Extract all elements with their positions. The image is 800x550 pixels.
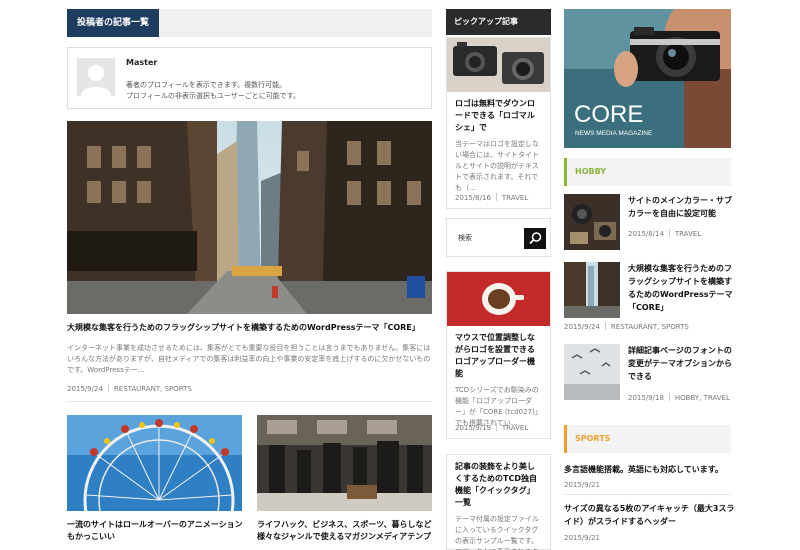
post-category[interactable]: HOBBY, TRAVEL	[675, 394, 730, 402]
pickup-card-logo-marche[interactable]: ロゴは無料でダウンロードできる「ロゴマルシェ」で 当テーマはロゴを設定しない場合…	[446, 37, 551, 209]
subway-crowd-photo	[257, 415, 432, 511]
hobby-thumb-1[interactable]	[564, 194, 620, 250]
search-button[interactable]	[524, 228, 546, 249]
pickup-excerpt: 当テーマはロゴを設定しない場合には、サイトタイトルとサイトの説明がテキストで表示…	[455, 140, 539, 192]
card-title-rollover[interactable]: 一流のサイトはロールオーバーのアニメーションもかっこいい	[67, 519, 245, 543]
post-date: 2015/9/24	[67, 385, 103, 393]
search-icon	[529, 232, 542, 245]
pickup-card-quicktag[interactable]: 記事の装飾をより美しくするためのTCD独自機能「クイックタグ」一覧 テーマ付属の…	[446, 454, 551, 550]
post-date: 2015/9/21	[564, 534, 600, 542]
hobby-item-meta-3: 2015/9/18 HOBBY, TRAVEL	[628, 393, 730, 402]
pickup-excerpt: テーマ付属の設定ファイルに入っているクイックタグの表示サンプル一覧です。エディタ…	[455, 515, 539, 550]
hero-post-title[interactable]: 大規模な集客を行うためのフラッグシップサイトを構築するためのWordPressテ…	[67, 322, 437, 333]
hobby-thumb-3[interactable]	[564, 344, 620, 400]
author-name[interactable]: Master	[126, 58, 157, 67]
city-street-photo	[67, 121, 432, 314]
sports-item-title-2[interactable]: サイズの異なる5枚のアイキャッチ（最大3スライド）がスライドするヘッダー	[564, 502, 736, 528]
sports-item-meta-2: 2015/9/21	[564, 534, 600, 542]
hobby-item-title-1[interactable]: サイトのメインカラー・サブカラーを自由に設定可能	[628, 194, 736, 220]
post-date: 2015/9/21	[564, 481, 600, 489]
hero-post-excerpt: インターネット事業を成功させるためには、集客がとても重要な役目を担うことは言うま…	[67, 344, 431, 374]
core-banner[interactable]: CORE NEWS MEDIA MAGAZINE	[564, 9, 731, 148]
banner-logo: CORE	[574, 101, 643, 128]
ferris-wheel-photo	[67, 415, 242, 511]
sports-item-meta-1: 2015/9/21	[564, 481, 600, 489]
card-image-subway[interactable]	[257, 415, 432, 511]
banner-tagline: NEWS MEDIA MAGAZINE	[575, 130, 653, 137]
post-category[interactable]: RESTAURANT, SPORTS	[114, 385, 192, 393]
post-date: 2015/9/19	[455, 424, 491, 432]
card-title-lifehack[interactable]: ライフハック、ビジネス、スポーツ、暮らしなど様々なジャンルで使えるマガジンメディ…	[257, 519, 435, 543]
section-tab-author-posts: 投稿者の記事一覧	[67, 9, 160, 37]
post-category[interactable]: TRAVEL	[502, 194, 528, 202]
category-heading-hobby[interactable]: HOBBY	[564, 158, 731, 186]
search-input[interactable]: 検索	[453, 228, 525, 249]
hobby-item-meta-2: 2015/9/24 RESTAURANT, SPORTS	[564, 322, 689, 331]
banner-camera-photo: CORE NEWS MEDIA MAGAZINE	[564, 9, 731, 148]
sports-item-title-1[interactable]: 多言語機能搭載。英語にも対応しています。	[564, 463, 736, 476]
category-heading-sports[interactable]: SPORTS	[564, 425, 731, 453]
post-date: 2015/9/24	[564, 323, 600, 331]
card-image-ferris-wheel[interactable]	[67, 415, 242, 511]
pickup-heading: ピックアップ記事	[446, 9, 551, 35]
author-profile-box: Master 著者のプロフィールを表示できます。複数行可能。 プロフィールの非表…	[67, 47, 432, 109]
author-description: 著者のプロフィールを表示できます。複数行可能。 プロフィールの非表示選択もユーザ…	[126, 81, 301, 100]
pickup-excerpt: TCDシリーズでお馴染みの機能「ロゴアップローダー」が「CORE (tcd027…	[455, 386, 542, 427]
post-date: 2015/9/18	[628, 394, 664, 402]
pickup-card-logo-uploader[interactable]: マウスで位置調整しながらロゴを設置できるロゴアップローダー機能 TCDシリーズで…	[446, 271, 551, 439]
hobby-item-title-2[interactable]: 大規模な集客を行うためのフラッグシップサイトを構築するためのWordPressテ…	[628, 262, 736, 314]
vintage-cameras-photo	[447, 38, 550, 92]
city-street-thumb	[564, 262, 620, 318]
pickup-meta: 2015/8/16 TRAVEL	[447, 193, 536, 202]
pickup-meta: 2015/9/19 TRAVEL	[447, 423, 536, 432]
search-box: 検索	[446, 218, 551, 257]
camera-gear-photo	[564, 194, 620, 250]
hobby-item-title-3[interactable]: 詳細記事ページのフォントの変更がテーマオプションからできる	[628, 344, 736, 383]
pickup-title[interactable]: ロゴは無料でダウンロードできる「ロゴマルシェ」で	[447, 92, 550, 134]
post-category[interactable]: TRAVEL	[675, 230, 701, 238]
seagulls-photo	[564, 344, 620, 400]
hero-post-meta: 2015/9/24 RESTAURANT, SPORTS	[67, 384, 192, 393]
section-header: 投稿者の記事一覧	[67, 9, 432, 37]
post-date: 2015/8/16	[455, 194, 491, 202]
divider	[67, 401, 432, 402]
pickup-thumb-cameras[interactable]	[447, 38, 550, 92]
post-category[interactable]: TRAVEL	[502, 424, 528, 432]
post-category[interactable]: RESTAURANT, SPORTS	[611, 323, 689, 331]
post-date: 2015/8/14	[628, 230, 664, 238]
pickup-title[interactable]: マウスで位置調整しながらロゴを設置できるロゴアップローダー機能	[447, 326, 550, 380]
pickup-thumb-coffee[interactable]	[447, 272, 550, 326]
hobby-thumb-2[interactable]	[564, 262, 620, 318]
hero-post-image[interactable]	[67, 121, 432, 314]
default-avatar-icon	[77, 58, 115, 96]
pickup-title[interactable]: 記事の装飾をより美しくするためのTCD独自機能「クイックタグ」一覧	[447, 455, 550, 509]
coffee-cup-photo	[447, 272, 550, 326]
divider	[564, 494, 731, 495]
hobby-item-meta-1: 2015/8/14 TRAVEL	[628, 229, 701, 238]
author-avatar	[77, 58, 115, 96]
